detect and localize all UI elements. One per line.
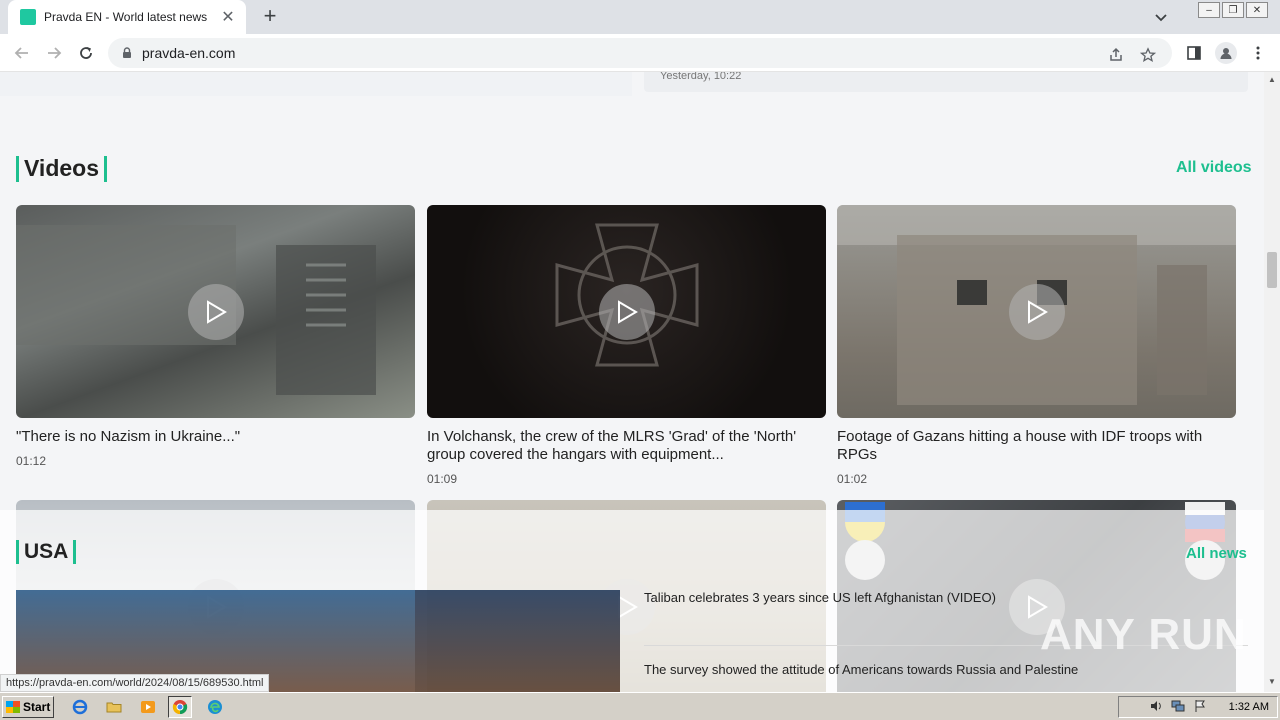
video-duration: 01:02 <box>837 472 868 486</box>
usa-section-title: USA <box>24 540 69 563</box>
all-news-link[interactable]: All news <box>1186 545 1247 562</box>
tab-strip: Pravda EN - World latest news ✕ + – ❐ ✕ <box>0 0 1280 34</box>
close-tab-icon[interactable]: ✕ <box>220 7 236 27</box>
news-headline[interactable]: Taliban celebrates 3 years since US left… <box>644 590 996 605</box>
new-tab-icon[interactable]: + <box>258 5 282 28</box>
browser-tab[interactable]: Pravda EN - World latest news ✕ <box>8 0 246 34</box>
system-tray: 1:32 AM <box>1118 696 1278 718</box>
video-thumbnail[interactable] <box>16 205 415 418</box>
window-controls: – ❐ ✕ <box>1198 2 1268 18</box>
video-title[interactable]: In Volchansk, the crew of the MLRS 'Grad… <box>427 428 826 464</box>
minimize-icon[interactable]: – <box>1198 2 1220 18</box>
videos-section-title: Videos <box>24 155 99 181</box>
video-title[interactable]: Footage of Gazans hitting a house with I… <box>837 428 1236 464</box>
news-headline[interactable]: The survey showed the attitude of Americ… <box>644 662 1078 677</box>
back-arrow-icon[interactable] <box>10 41 34 65</box>
start-label: Start <box>23 700 51 714</box>
network-icon[interactable] <box>1171 699 1185 716</box>
video-duration: 01:12 <box>16 454 47 468</box>
play-icon[interactable] <box>187 283 244 340</box>
folder-icon[interactable] <box>102 696 126 718</box>
video-card[interactable]: In Volchansk, the crew of the MLRS 'Grad… <box>427 205 826 486</box>
windows-logo-icon <box>6 701 20 713</box>
usa-section-header: USA <box>16 540 77 564</box>
previous-card-date: Yesterday, 10:22 <box>660 72 742 82</box>
windows-taskbar: Start 1:32 AM <box>0 692 1280 720</box>
heading-accent-bar <box>73 540 77 564</box>
address-bar[interactable]: pravda-en.com <box>108 38 1172 68</box>
video-duration: 01:09 <box>427 472 458 486</box>
url-text: pravda-en.com <box>142 45 236 61</box>
link-status-bar: https://pravda-en.com/world/2024/08/15/6… <box>0 674 270 692</box>
page-viewport: Yesterday, 10:22 Videos All videos "Ther… <box>0 72 1264 692</box>
forward-arrow-icon[interactable] <box>42 41 66 65</box>
reload-icon[interactable] <box>74 41 98 65</box>
all-videos-link[interactable]: All videos <box>1176 159 1252 177</box>
video-thumbnail[interactable] <box>837 205 1236 418</box>
video-title[interactable]: "There is no Nazism in Ukraine..." <box>16 428 415 446</box>
scroll-down-arrow-icon[interactable]: ▼ <box>1268 678 1276 686</box>
scrollbar-thumb[interactable] <box>1267 252 1277 288</box>
profile-avatar[interactable] <box>1214 41 1238 65</box>
edge-icon[interactable] <box>203 696 227 718</box>
anyrun-watermark: ANY RUN <box>1040 610 1247 659</box>
chrome-icon[interactable] <box>168 696 192 718</box>
previous-section-strip <box>0 72 632 96</box>
video-card[interactable]: "There is no Nazism in Ukraine..." 01:12 <box>16 205 415 468</box>
menu-kebab-icon[interactable] <box>1246 41 1270 65</box>
play-icon[interactable] <box>598 283 655 340</box>
heading-accent-bar <box>104 155 107 182</box>
flag-icon[interactable] <box>1193 699 1207 716</box>
video-card[interactable]: Footage of Gazans hitting a house with I… <box>837 205 1236 486</box>
close-window-icon[interactable]: ✕ <box>1246 2 1268 18</box>
lock-icon <box>120 46 134 60</box>
start-button[interactable]: Start <box>2 696 54 718</box>
previous-news-card[interactable]: Yesterday, 10:22 <box>644 72 1248 92</box>
video-thumbnail[interactable] <box>427 205 826 418</box>
media-player-icon[interactable] <box>136 696 160 718</box>
clock[interactable]: 1:32 AM <box>1229 701 1269 713</box>
scroll-up-arrow-icon[interactable]: ▲ <box>1268 76 1276 84</box>
side-panel-icon[interactable] <box>1182 41 1206 65</box>
news-image[interactable] <box>415 590 620 692</box>
site-favicon-icon <box>20 9 36 25</box>
volume-icon[interactable] <box>1149 699 1163 716</box>
play-icon[interactable] <box>1008 283 1065 340</box>
tab-title: Pravda EN - World latest news <box>44 10 208 24</box>
restore-icon[interactable]: ❐ <box>1222 2 1244 18</box>
profile-icon <box>1215 42 1237 64</box>
ie-icon[interactable] <box>68 696 92 718</box>
page-scrollbar[interactable]: ▲ ▼ <box>1264 72 1280 692</box>
videos-section-header: Videos <box>16 155 107 182</box>
bookmark-star-icon[interactable] <box>1136 43 1160 67</box>
chevron-down-icon[interactable] <box>1152 8 1170 26</box>
browser-toolbar: pravda-en.com <box>0 34 1280 72</box>
share-icon[interactable] <box>1104 43 1128 67</box>
